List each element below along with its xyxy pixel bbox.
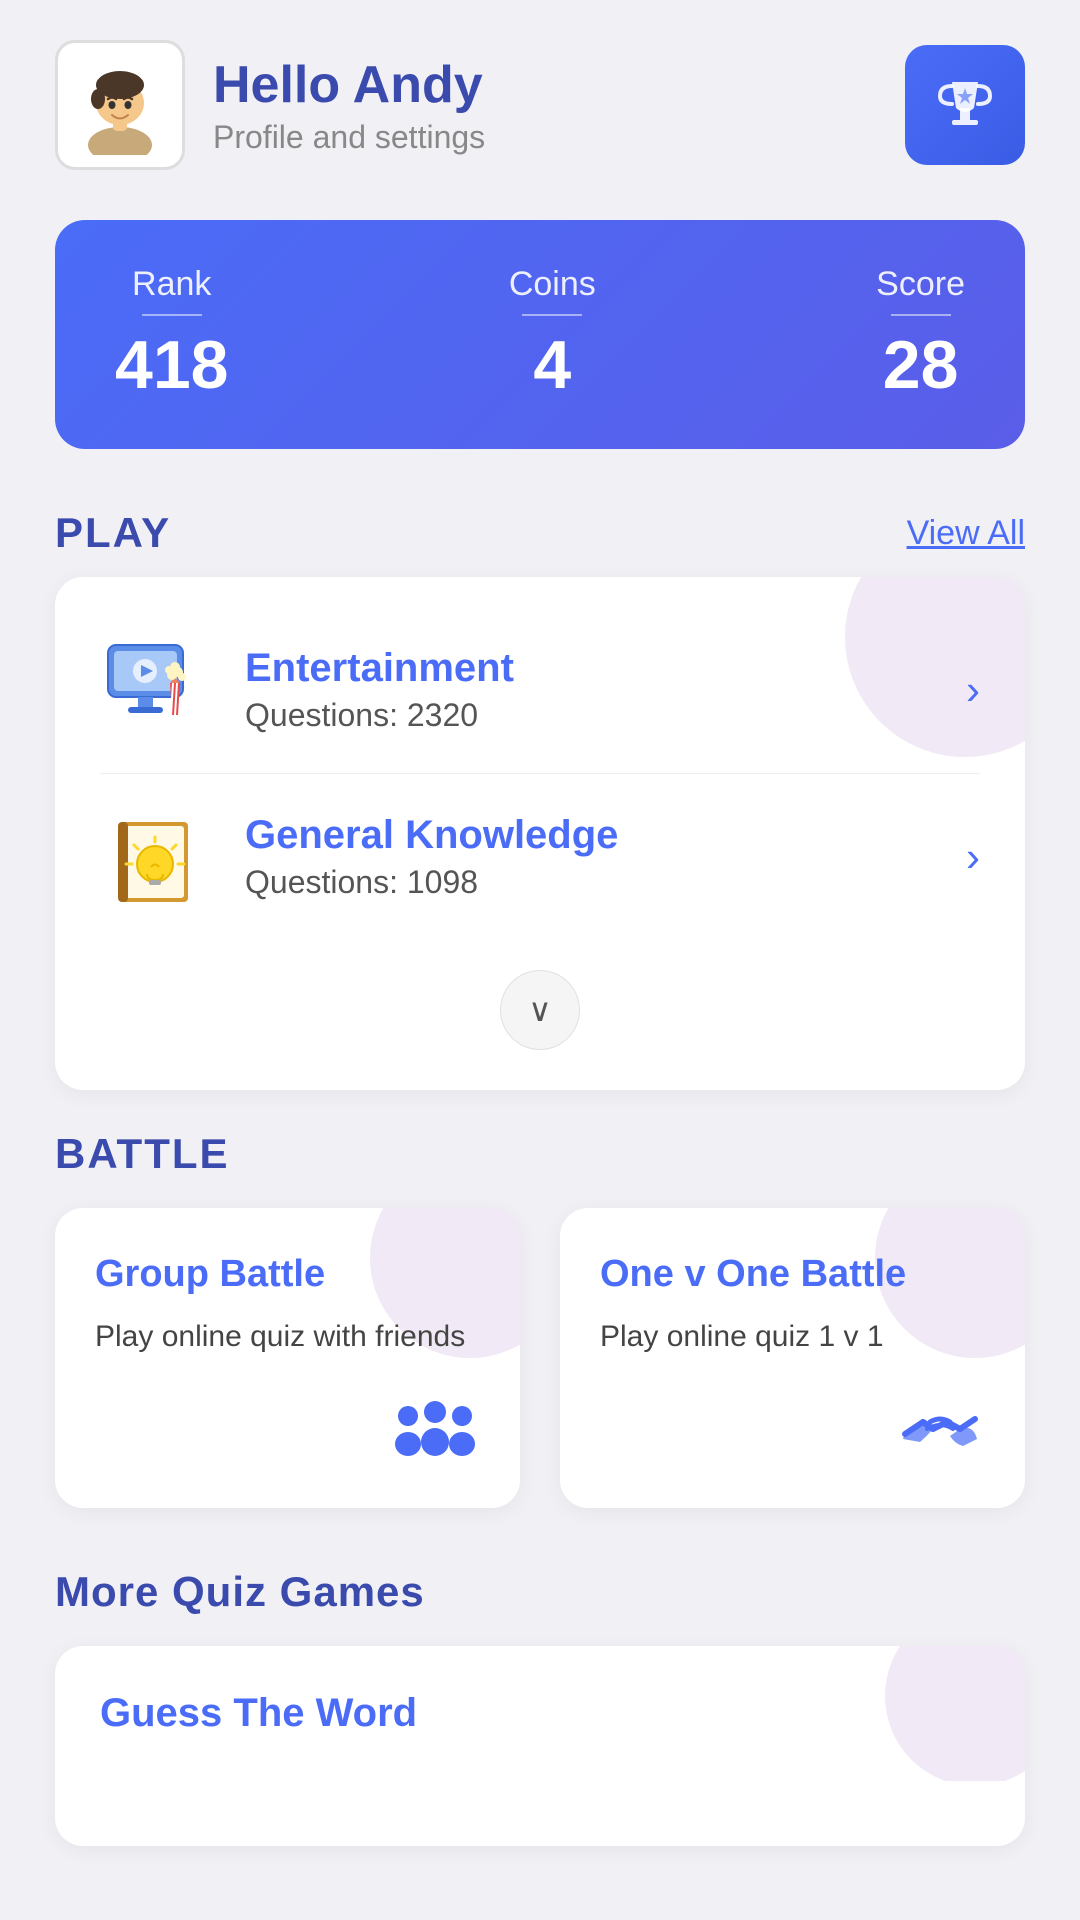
guess-the-word-name: Guess The Word [100,1691,980,1736]
coins-value: 4 [509,326,596,404]
battle-title: BATTLE [55,1130,1025,1178]
gk-questions: Questions: 1098 [245,864,618,901]
gk-name: General Knowledge [245,813,618,858]
entertainment-chevron: › [966,666,980,714]
more-title: More Quiz Games [55,1568,1025,1616]
coins-label: Coins [509,265,596,304]
battle-cards: Group Battle Play online quiz with frien… [55,1208,1025,1508]
greeting: Hello Andy [213,55,485,115]
play-title: PLAY [55,509,171,557]
battle-section: BATTLE Group Battle Play online quiz wit… [0,1090,1080,1528]
expand-btn: ∨ [55,940,1025,1060]
rank-value: 418 [115,326,228,404]
coins-divider [522,314,582,316]
group-battle-desc: Play online quiz with friends [95,1316,480,1358]
header-left: Hello Andy Profile and settings [55,40,485,170]
group-battle-name: Group Battle [95,1253,480,1296]
header: Hello Andy Profile and settings [0,0,1080,200]
score-divider [891,314,951,316]
rank-divider [142,314,202,316]
rank-label: Rank [115,265,228,304]
one-v-one-desc: Play online quiz 1 v 1 [600,1316,985,1358]
stat-score: Score 28 [876,265,965,404]
expand-circle[interactable]: ∨ [500,970,580,1050]
one-v-one-name: One v One Battle [600,1253,985,1296]
guess-the-word-card[interactable]: Guess The Word [55,1646,1025,1846]
stat-coins: Coins 4 [509,265,596,404]
entertainment-text: Entertainment Questions: 2320 [245,646,514,734]
group-battle-card[interactable]: Group Battle Play online quiz with frien… [55,1208,520,1508]
more-section: More Quiz Games Guess The Word [0,1528,1080,1866]
general-knowledge-icon [100,802,210,912]
group-battle-icon [390,1394,480,1478]
play-section-header: PLAY View All [0,469,1080,577]
one-v-one-icon [895,1394,985,1478]
entertainment-name: Entertainment [245,646,514,691]
stats-card: Rank 418 Coins 4 Score 28 [55,220,1025,449]
more-card-inner: Guess The Word [55,1646,1025,1781]
entertainment-icon [100,635,210,745]
trophy-button[interactable] [905,45,1025,165]
play-item-entertainment[interactable]: Entertainment Questions: 2320 › [55,607,1025,773]
play-item-gk[interactable]: General Knowledge Questions: 1098 › [55,774,1025,940]
score-value: 28 [876,326,965,404]
view-all-link[interactable]: View All [907,514,1025,553]
gk-text: General Knowledge Questions: 1098 [245,813,618,901]
play-card: Entertainment Questions: 2320 › [55,577,1025,1090]
header-text: Hello Andy Profile and settings [213,55,485,156]
stat-rank: Rank 418 [115,265,228,404]
gk-chevron: › [966,833,980,881]
profile-subtitle: Profile and settings [213,119,485,156]
entertainment-questions: Questions: 2320 [245,697,514,734]
one-v-one-card[interactable]: One v One Battle Play online quiz 1 v 1 [560,1208,1025,1508]
avatar[interactable] [55,40,185,170]
score-label: Score [876,265,965,304]
